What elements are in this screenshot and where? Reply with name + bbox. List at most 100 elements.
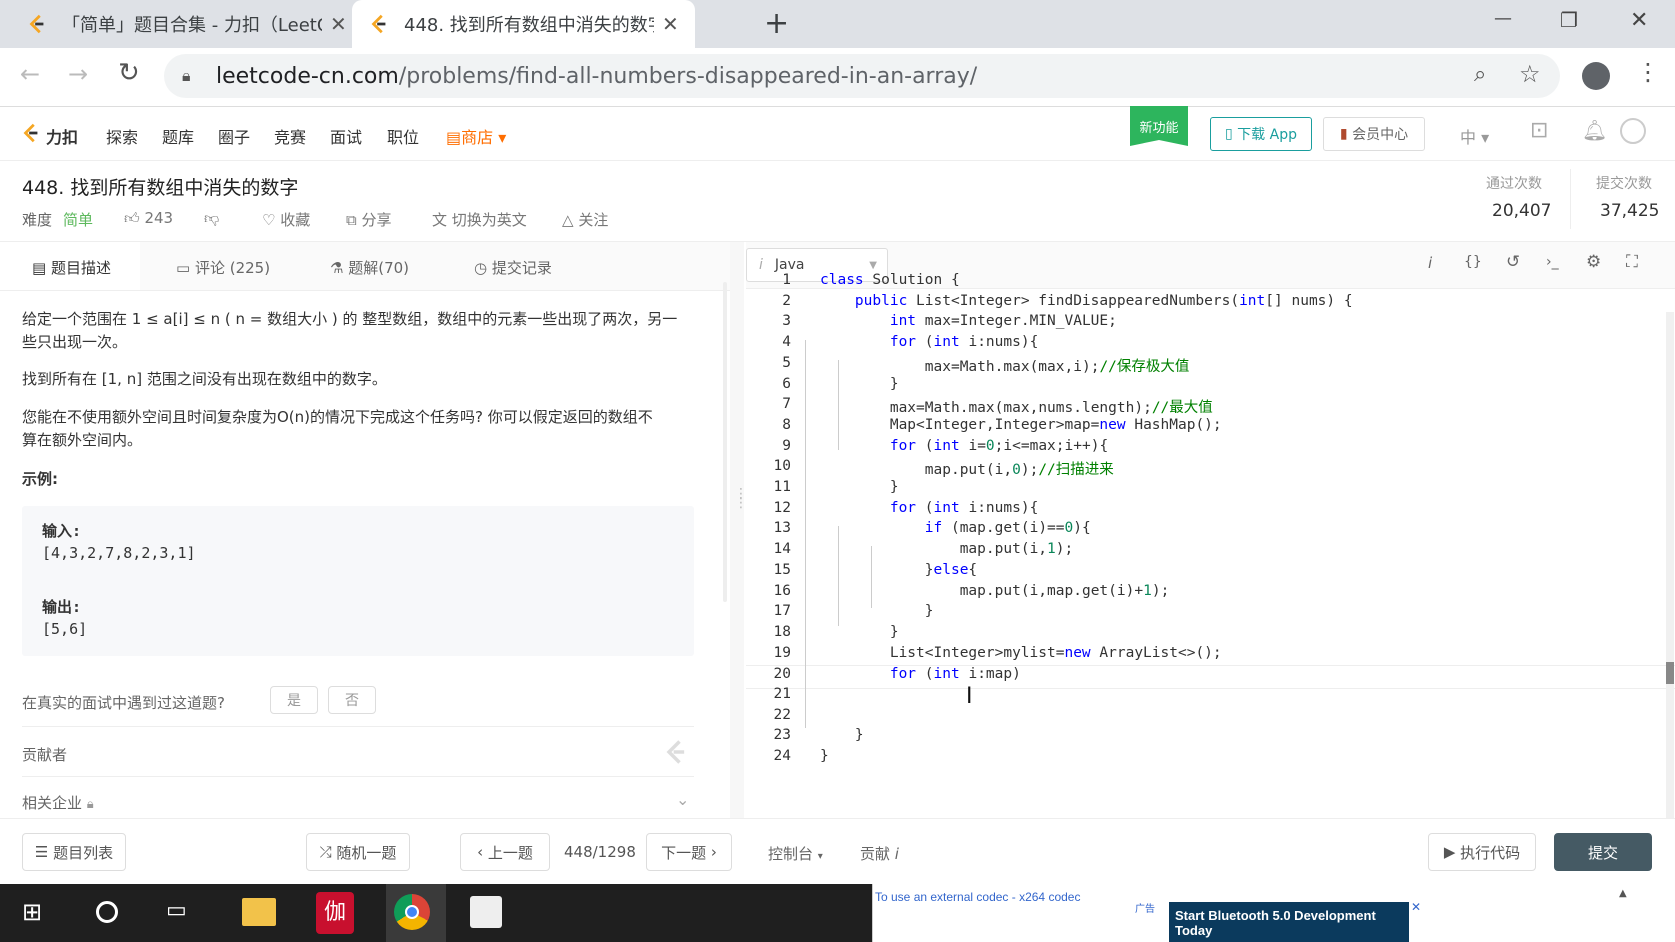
contribute-button[interactable]: 贡献 i	[860, 843, 899, 864]
code-line[interactable]: 16 map.put(i,map.get(i)+1);	[746, 583, 1675, 605]
code-line[interactable]: 7 max=Math.max(max,nums.length);//最大值	[746, 396, 1675, 418]
next-problem-button[interactable]: 下一题 ›	[646, 833, 732, 871]
tab-comments[interactable]: ▭ 评论 (225)	[176, 257, 270, 278]
close-tab-icon[interactable]: ✕	[662, 12, 679, 36]
close-tab-icon[interactable]: ✕	[330, 12, 347, 36]
random-problem-button[interactable]: ⤮ 随机一题	[306, 833, 410, 871]
task-view-icon[interactable]: ▭	[166, 898, 187, 923]
app-red-icon[interactable]: 伽	[316, 892, 354, 934]
chevron-down-icon[interactable]: ⌄	[676, 790, 689, 809]
nav-problemset[interactable]: 题库	[162, 124, 194, 148]
code-line[interactable]: 11 }	[746, 479, 1675, 501]
bell-icon[interactable]: 🔔︎	[1582, 118, 1607, 142]
ad-codec-text[interactable]: To use an external codec - x264 codec	[875, 890, 1080, 904]
code-line[interactable]: 19 List<Integer>mylist=new ArrayList<>()…	[746, 645, 1675, 667]
code-line[interactable]: 21	[746, 686, 1675, 708]
forward-arrow-icon[interactable]: →	[68, 60, 88, 88]
profile-avatar-icon[interactable]	[1582, 62, 1610, 90]
scroll-up-icon[interactable]: ▲	[1619, 888, 1627, 899]
zoom-icon[interactable]: ⌕	[1474, 62, 1486, 87]
user-avatar-icon[interactable]	[1620, 118, 1646, 144]
file-explorer-icon[interactable]	[242, 898, 276, 926]
tab-solutions[interactable]: ⚗︎ 题解(70)	[330, 257, 409, 278]
reload-icon[interactable]: ↻	[118, 58, 140, 88]
code-line[interactable]: 14 map.put(i,1);	[746, 541, 1675, 563]
vip-center-button[interactable]: ▮ 会员中心	[1323, 117, 1425, 151]
chrome-menu-icon[interactable]: ⋮	[1636, 58, 1660, 86]
minimize-button[interactable]: —	[1494, 8, 1512, 29]
new-feature-badge[interactable]: 新功能	[1130, 106, 1188, 146]
splitter[interactable]: ⋮ ⋮	[730, 242, 748, 818]
braces-icon[interactable]: {}	[1464, 254, 1482, 270]
ad-close-icon[interactable]: ✕	[1411, 900, 1421, 914]
code-line[interactable]: 22	[746, 707, 1675, 729]
code-line[interactable]: 23 }	[746, 727, 1675, 749]
yes-button[interactable]: 是	[270, 686, 318, 714]
settings-gear-icon[interactable]: ⚙︎	[1586, 252, 1601, 272]
problem-list-button[interactable]: ☰ 题目列表	[22, 833, 126, 871]
nav-contest[interactable]: 竞赛	[274, 124, 306, 148]
nav-interview[interactable]: 面试	[330, 124, 362, 148]
contributors-label[interactable]: 贡献者	[22, 744, 67, 765]
thumbs-down-icon[interactable]: 👎︎	[204, 209, 219, 228]
scrollbar[interactable]	[723, 282, 727, 602]
code-line[interactable]: 4 for (int i:nums){	[746, 334, 1675, 356]
code-line[interactable]: 9 for (int i=0;i<=max;i++){	[746, 438, 1675, 460]
code-line[interactable]: 13 if (map.get(i)==0){	[746, 520, 1675, 542]
run-code-button[interactable]: ▶ 执行代码	[1428, 833, 1536, 871]
tab-submissions[interactable]: ◷ 提交记录	[474, 257, 552, 278]
like-button[interactable]: 👍︎ 243	[124, 209, 173, 228]
favorite-button[interactable]: ♡ 收藏	[262, 209, 310, 230]
code-line[interactable]: 17 }	[746, 603, 1675, 625]
switch-language-button[interactable]: 文 切换为英文	[432, 209, 527, 230]
brand-name[interactable]: 力扣	[46, 124, 78, 148]
restore-button[interactable]: ❐	[1560, 8, 1578, 32]
follow-button[interactable]: △ 关注	[562, 209, 608, 230]
new-tab-button[interactable]: +	[764, 6, 789, 41]
nav-circle[interactable]: 圈子	[218, 124, 250, 148]
app-icon[interactable]	[470, 896, 502, 928]
search-icon[interactable]	[96, 901, 118, 923]
code-line[interactable]: 5 max=Math.max(max,i);//保存极大值	[746, 355, 1675, 377]
windows-start-icon[interactable]: ⊞	[22, 898, 42, 926]
console-toggle[interactable]: 控制台 ▾	[768, 843, 823, 864]
playground-icon[interactable]: ⊡	[1530, 118, 1548, 143]
nav-store[interactable]: ▤商店 ▾	[446, 124, 506, 148]
submit-button[interactable]: 提交	[1554, 833, 1652, 871]
tab-description[interactable]: ▤ 题目描述	[32, 257, 111, 278]
no-button[interactable]: 否	[328, 686, 376, 714]
fullscreen-icon[interactable]: ⛶	[1626, 252, 1638, 272]
code-line[interactable]: 2 public List<Integer> findDisappearedNu…	[746, 293, 1675, 315]
bookmark-star-icon[interactable]: ☆	[1519, 60, 1541, 88]
nav-explore[interactable]: 探索	[106, 124, 138, 148]
share-button[interactable]: ⧉ 分享	[346, 209, 392, 230]
code-line[interactable]: 10 map.put(i,0);//扫描进来	[746, 458, 1675, 480]
omnibox[interactable]: 🔒︎ leetcode-cn.com/problems/find-all-num…	[164, 54, 1560, 98]
reset-icon[interactable]: ↺	[1506, 252, 1520, 272]
code-line[interactable]: 12 for (int i:nums){	[746, 500, 1675, 522]
download-app-button[interactable]: ▯ 下载 App	[1210, 117, 1312, 151]
ad-banner[interactable]: Start Bluetooth 5.0 Development Today	[1169, 902, 1409, 942]
code-line[interactable]: 1 class Solution {	[746, 272, 1675, 294]
editor-scrollbar-thumb[interactable]	[1666, 662, 1674, 684]
code-line[interactable]: 18 }	[746, 624, 1675, 646]
code-editor[interactable]: i Java ▼ i {} ↺ ›_ ⚙︎ ⛶ 1 class Solution …	[746, 242, 1675, 818]
code-line[interactable]: 8 Map<Integer,Integer>map=new HashMap();	[746, 417, 1675, 439]
close-window-button[interactable]: ✕	[1630, 8, 1648, 33]
code-area[interactable]: 1 class Solution {2 public List<Integer> …	[746, 270, 1675, 818]
url-text[interactable]: leetcode-cn.com/problems/find-all-number…	[216, 64, 977, 89]
companies-label[interactable]: 相关企业 🔒︎	[22, 792, 94, 813]
browser-tab-1[interactable]: 「简单」题目合集 - 力扣（LeetC ✕	[0, 0, 350, 48]
nav-jobs[interactable]: 职位	[387, 124, 419, 148]
code-line[interactable]: 24}	[746, 748, 1675, 770]
code-line[interactable]: 3 int max=Integer.MIN_VALUE;	[746, 313, 1675, 335]
chrome-icon[interactable]	[394, 894, 430, 930]
back-arrow-icon[interactable]: ←	[20, 60, 40, 88]
code-line[interactable]: 15 }else{	[746, 562, 1675, 584]
code-line[interactable]: 6 }	[746, 376, 1675, 398]
editor-scrollbar[interactable]	[1666, 312, 1674, 818]
prev-problem-button[interactable]: ‹ 上一题	[460, 833, 550, 871]
terminal-icon[interactable]: ›_	[1546, 254, 1559, 270]
browser-tab-2[interactable]: 448. 找到所有数组中消失的数字 ✕	[352, 0, 695, 48]
language-switch[interactable]: 中 ▾	[1460, 124, 1489, 148]
